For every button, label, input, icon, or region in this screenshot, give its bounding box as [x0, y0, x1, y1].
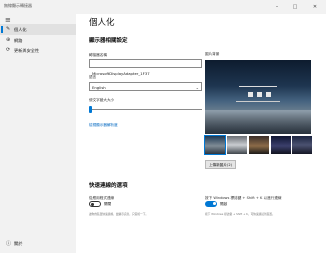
upload-image-label: 上傳新圖片(2): [208, 163, 233, 167]
text-size-slider-thumb[interactable]: [89, 106, 92, 113]
language-select[interactable]: English ⌄: [89, 82, 202, 91]
minimize-button[interactable]: –: [270, 0, 284, 14]
background-thumbnail[interactable]: [227, 136, 247, 154]
adapter-name-input[interactable]: [89, 59, 202, 77]
app-connect-description: 讓你的裝置快速連線，並顯示訊息，只需按一下。: [89, 212, 149, 216]
background-thumbnail[interactable]: [271, 136, 291, 154]
resolution-link[interactable]: 檢視顯示器解析度: [89, 123, 118, 128]
sidebar-item-label: 更新與安全性: [14, 48, 40, 53]
sidebar-item-label: 關於: [14, 241, 23, 246]
language-label: 語言: [89, 75, 97, 79]
sidebar-item-label: 網路: [14, 38, 23, 43]
toggle-knob: [91, 202, 94, 206]
maximize-button[interactable]: □: [288, 0, 302, 14]
preview-bar: [239, 86, 277, 88]
preview-button: [266, 92, 271, 97]
toggle-knob: [212, 202, 216, 206]
page-title: 個人化: [89, 18, 115, 28]
shortcut-connect-label: 按下 Windows 標誌鍵 + Shift + K 以進行連線: [205, 196, 282, 200]
adapter-name-label: 轉接器名稱: [89, 53, 107, 57]
language-value: English: [92, 85, 106, 90]
sync-icon: ⟳: [6, 47, 11, 53]
adapter-name-field[interactable]: [90, 70, 201, 77]
sidebar-item-personalization[interactable]: ✎ 個人化: [0, 24, 76, 35]
shortcut-connect-description: 按下 Windows 標誌鍵 + Shift + K，可快速連接到裝置。: [205, 212, 275, 216]
background-label: 圖片背景: [205, 52, 220, 56]
app-connect-toggle[interactable]: [89, 201, 101, 207]
shortcut-connect-state: 開啟: [220, 202, 228, 206]
background-thumbnail[interactable]: [249, 136, 269, 154]
app-window: 無線顯示轉接器 – □ ✕ ≡ ✎ 個人化 ⊕ 網路 ⟳ 更新與安全性 ⓘ 關於…: [0, 0, 326, 253]
globe-icon: ⊕: [6, 37, 11, 43]
sidebar-item-about[interactable]: ⓘ 關於: [0, 238, 76, 249]
close-button[interactable]: ✕: [308, 0, 322, 14]
background-thumbnail[interactable]: [292, 136, 312, 154]
menu-icon[interactable]: ≡: [5, 16, 11, 24]
sidebar: ≡ ✎ 個人化 ⊕ 網路 ⟳ 更新與安全性 ⓘ 關於: [0, 14, 76, 253]
preview-mist: [205, 110, 311, 134]
sidebar-item-label: 個人化: [14, 27, 27, 32]
preview-button: [248, 92, 253, 97]
upload-image-button[interactable]: 上傳新圖片(2): [205, 160, 236, 169]
text-size-slider-track[interactable]: [91, 109, 202, 110]
app-connect-state: 關閉: [104, 202, 112, 206]
text-size-label: 使文字變大大小: [89, 98, 115, 102]
background-preview: [205, 60, 311, 134]
main-content: 個人化 顯示器相關設定 轉接器名稱 語言 English ⌄ 使文字變大大小 檢…: [76, 14, 326, 253]
background-thumbnail[interactable]: [204, 135, 226, 155]
preview-button: [257, 92, 262, 97]
sidebar-item-update-security[interactable]: ⟳ 更新與安全性: [0, 45, 76, 56]
info-icon: ⓘ: [6, 241, 12, 247]
display-settings-heading: 顯示器相關設定: [89, 38, 128, 44]
title-bar: 無線顯示轉接器 – □ ✕: [0, 0, 326, 14]
window-title: 無線顯示轉接器: [4, 3, 32, 8]
shortcut-connect-toggle[interactable]: [205, 201, 217, 207]
quick-connect-heading: 快速連線的選項: [89, 183, 128, 189]
chevron-down-icon: ⌄: [195, 84, 199, 90]
brush-icon: ✎: [6, 26, 11, 32]
preview-bar: [236, 101, 280, 103]
